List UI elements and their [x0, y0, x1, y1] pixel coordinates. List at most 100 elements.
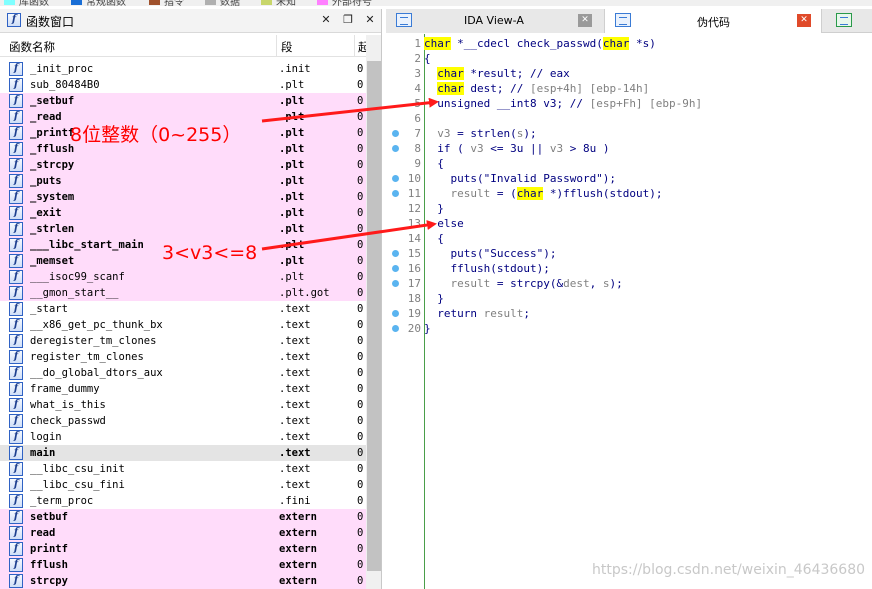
annotation-v3-range: 3<v3<=8: [162, 242, 258, 264]
function-row[interactable]: f frame_dummy .text 0: [0, 381, 366, 397]
function-segment: .plt: [279, 111, 305, 123]
function-start: 0: [357, 175, 364, 187]
function-row[interactable]: f strcpy extern 0: [0, 573, 366, 589]
code-line[interactable]: 18 }: [386, 291, 872, 306]
code-line[interactable]: 7 v3 = strlen(s);: [386, 126, 872, 141]
close-icon[interactable]: ✕: [797, 14, 811, 27]
function-segment: .text: [279, 319, 311, 331]
function-name: ___isoc99_scanf: [30, 271, 125, 283]
function-icon: f: [9, 526, 23, 540]
function-segment: extern: [279, 559, 317, 571]
function-row[interactable]: f __x86_get_pc_thunk_bx .text 0: [0, 317, 366, 333]
legend-label: 指令: [164, 0, 184, 6]
code-token: *__cdecl check_passwd(: [450, 37, 603, 50]
code-line[interactable]: 15 puts("Success");: [386, 246, 872, 261]
breakpoint-dot-icon[interactable]: [392, 250, 399, 257]
function-name: register_tm_clones: [30, 351, 144, 363]
code-line[interactable]: 1 char *__cdecl check_passwd(char *s): [386, 36, 872, 51]
function-row[interactable]: f sub_80484B0 .plt 0: [0, 77, 366, 93]
function-row[interactable]: f _setbuf .plt 0: [0, 93, 366, 109]
function-start: 0: [357, 191, 364, 203]
code-line[interactable]: 4 char dest; // [esp+4h] [ebp-14h]: [386, 81, 872, 96]
function-start: 0: [357, 159, 364, 171]
function-row[interactable]: f _start .text 0: [0, 301, 366, 317]
code-line[interactable]: 9 {: [386, 156, 872, 171]
function-row[interactable]: f ___isoc99_scanf .plt 0: [0, 269, 366, 285]
function-row[interactable]: f _exit .plt 0: [0, 205, 366, 221]
breakpoint-dot-icon[interactable]: [392, 280, 399, 287]
breakpoint-dot-icon[interactable]: [392, 310, 399, 317]
pseudocode-view[interactable]: 1 char *__cdecl check_passwd(char *s) 2{3 …: [386, 34, 872, 589]
function-row[interactable]: f login .text 0: [0, 429, 366, 445]
tab-ida-view-a[interactable]: IDA View-A ✕: [386, 9, 604, 33]
code-token: );: [523, 127, 537, 140]
function-segment: .plt: [279, 255, 305, 267]
column-header-name[interactable]: 函数名称: [9, 39, 55, 55]
function-row[interactable]: f setbuf extern 0: [0, 509, 366, 525]
code-line[interactable]: 19 return result;: [386, 306, 872, 321]
breakpoint-dot-icon[interactable]: [392, 190, 399, 197]
code-token: *s): [629, 37, 656, 50]
function-row[interactable]: f __do_global_dtors_aux .text 0: [0, 365, 366, 381]
function-segment: .plt: [279, 159, 305, 171]
breakpoint-dot-icon[interactable]: [392, 325, 399, 332]
scrollbar-thumb[interactable]: [367, 61, 381, 571]
code-line[interactable]: 13 else: [386, 216, 872, 231]
function-row[interactable]: f __gmon_start__ .plt.got 0: [0, 285, 366, 301]
function-row[interactable]: f fflush extern 0: [0, 557, 366, 573]
code-text: }: [424, 201, 444, 216]
function-start: 0: [357, 271, 364, 283]
code-text: puts("Success");: [424, 246, 556, 261]
breakpoint-dot-icon[interactable]: [392, 265, 399, 272]
function-icon: f: [9, 302, 23, 316]
breakpoint-dot-icon[interactable]: [392, 145, 399, 152]
function-row[interactable]: f _term_proc .fini 0: [0, 493, 366, 509]
code-line[interactable]: 12 }: [386, 201, 872, 216]
function-row[interactable]: f __libc_csu_fini .text 0: [0, 477, 366, 493]
code-line[interactable]: 8 if ( v3 <= 3u || v3 > 8u ): [386, 141, 872, 156]
breakpoint-dot-icon[interactable]: [392, 130, 399, 137]
function-row[interactable]: f _strcpy .plt 0: [0, 157, 366, 173]
close-window-button[interactable]: ✕: [319, 12, 333, 28]
code-line[interactable]: 2{: [386, 51, 872, 66]
close-icon[interactable]: ✕: [363, 12, 377, 28]
code-line[interactable]: 10 puts("Invalid Password");: [386, 171, 872, 186]
function-row[interactable]: f register_tm_clones .text 0: [0, 349, 366, 365]
code-line[interactable]: 6: [386, 111, 872, 126]
function-name: setbuf: [30, 511, 68, 523]
breakpoint-dot-icon[interactable]: [392, 175, 399, 182]
function-row[interactable]: f _init_proc .init 0: [0, 61, 366, 77]
code-line[interactable]: 17 result = strcpy(&dest, s);: [386, 276, 872, 291]
tab-extra[interactable]: [830, 9, 860, 33]
function-row[interactable]: f what_is_this .text 0: [0, 397, 366, 413]
function-row[interactable]: f _puts .plt 0: [0, 173, 366, 189]
code-line[interactable]: 3 char *result; // eax: [386, 66, 872, 81]
code-line[interactable]: 16 fflush(stdout);: [386, 261, 872, 276]
restore-window-button[interactable]: ❐: [341, 12, 355, 28]
function-icon: f: [9, 334, 23, 348]
tab-label: IDA View-A: [464, 14, 524, 27]
function-row[interactable]: f read extern 0: [0, 525, 366, 541]
close-icon[interactable]: ✕: [578, 14, 592, 27]
code-line[interactable]: 20}: [386, 321, 872, 336]
code-text: else: [424, 216, 464, 231]
function-row[interactable]: f main .text 0: [0, 445, 366, 461]
code-line[interactable]: 11 result = (char *)fflush(stdout);: [386, 186, 872, 201]
tab-pseudocode[interactable]: 伪代码 ✕: [604, 9, 822, 33]
code-token: else: [424, 217, 464, 230]
function-row[interactable]: f _strlen .plt 0: [0, 221, 366, 237]
function-start: 0: [357, 127, 364, 139]
function-row[interactable]: f _system .plt 0: [0, 189, 366, 205]
functions-scrollbar[interactable]: [366, 35, 381, 589]
code-line[interactable]: 14 {: [386, 231, 872, 246]
function-start: 0: [357, 415, 364, 427]
function-row[interactable]: f __libc_csu_init .text 0: [0, 461, 366, 477]
code-line[interactable]: 5 unsigned __int8 v3; // [esp+Fh] [ebp-9…: [386, 96, 872, 111]
function-row[interactable]: f check_passwd .text 0: [0, 413, 366, 429]
function-row[interactable]: f printf extern 0: [0, 541, 366, 557]
column-header-segment[interactable]: 段: [281, 39, 293, 55]
code-token: puts("Invalid Password");: [424, 172, 617, 185]
function-name: ___libc_start_main: [30, 239, 144, 251]
function-row[interactable]: f deregister_tm_clones .text 0: [0, 333, 366, 349]
function-segment: .plt: [279, 191, 305, 203]
